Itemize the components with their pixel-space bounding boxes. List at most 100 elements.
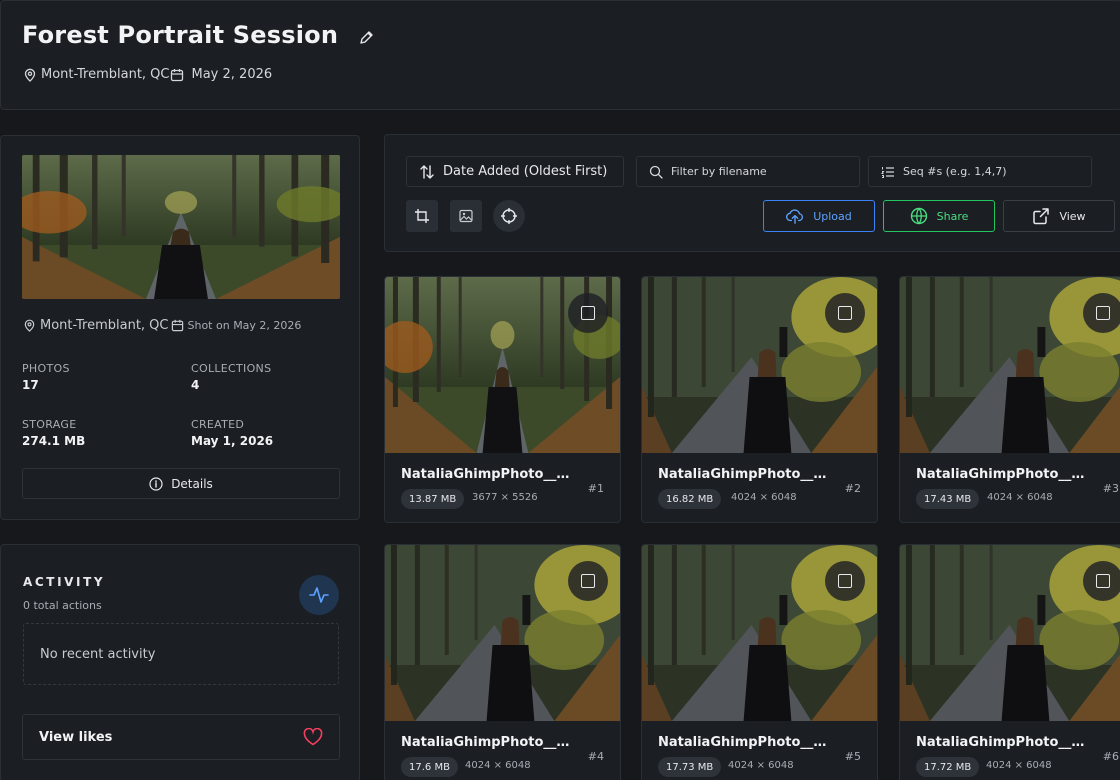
photo-seq-number: #2 xyxy=(844,482,861,495)
activity-panel: ACTIVITY 0 total actions No recent activ… xyxy=(0,544,360,780)
photo-card[interactable]: NataliaGhimpPhoto__N... 17.43 MB 4024 × … xyxy=(899,276,1120,523)
photo-filename: NataliaGhimpPhoto__N... xyxy=(658,467,828,482)
activity-title: ACTIVITY xyxy=(23,575,106,589)
pencil-icon[interactable] xyxy=(358,30,374,46)
share-button[interactable]: Share xyxy=(883,200,995,232)
stat-label: COLLECTIONS xyxy=(191,362,272,375)
album-cover-image xyxy=(22,155,340,299)
photo-dimensions: 4024 × 6048 xyxy=(728,760,794,771)
sequence-input[interactable] xyxy=(903,165,1073,178)
stat-value: 274.1 MB xyxy=(22,434,86,448)
sidebar-shot-date: Shot on May 2, 2026 xyxy=(187,319,302,332)
share-label: Share xyxy=(936,209,969,223)
select-checkbox[interactable] xyxy=(1083,293,1120,333)
page-title: Forest Portrait Session xyxy=(22,21,339,49)
checkbox-square-icon xyxy=(581,574,595,588)
cloud-upload-icon xyxy=(786,209,804,224)
stat-value: 4 xyxy=(191,378,200,392)
map-pin-icon xyxy=(23,68,37,82)
photo-dimensions: 4024 × 6048 xyxy=(465,760,531,771)
numbered-list-icon xyxy=(881,166,894,178)
stat-storage: STORAGE 274.1 MB xyxy=(22,418,85,448)
globe-icon xyxy=(910,207,927,225)
map-pin-icon xyxy=(24,319,35,332)
photo-filename: NataliaGhimpPhoto__N... xyxy=(916,467,1086,482)
sort-arrows-icon xyxy=(420,164,434,179)
focus-tool[interactable] xyxy=(493,200,525,232)
photo-size-badge: 13.87 MB xyxy=(401,489,465,509)
filename-input[interactable] xyxy=(671,165,841,178)
stat-collections: COLLECTIONS 4 xyxy=(191,362,271,392)
photo-dimensions: 4024 × 6048 xyxy=(987,492,1053,503)
details-button[interactable]: Details xyxy=(22,468,340,499)
select-checkbox[interactable] xyxy=(825,293,865,333)
photo-seq-number: #3 xyxy=(1102,482,1119,495)
crop-tool[interactable] xyxy=(406,200,438,232)
checkbox-square-icon xyxy=(581,306,595,320)
photo-size-badge: 17.72 MB xyxy=(916,757,980,777)
stat-label: CREATED xyxy=(191,418,245,431)
upload-button[interactable]: Upload xyxy=(763,200,875,232)
sequence-filter[interactable] xyxy=(868,156,1092,187)
photo-dimensions: 3677 × 5526 xyxy=(472,492,538,503)
album-header: Forest Portrait Session Mont-Tremblant, … xyxy=(0,0,1120,110)
upload-label: Upload xyxy=(813,209,852,223)
select-checkbox[interactable] xyxy=(568,293,608,333)
checkbox-square-icon xyxy=(1096,306,1110,320)
photo-dimensions: 4024 × 6048 xyxy=(731,492,797,503)
photo-card[interactable]: NataliaGhimpPhoto__N... 17.72 MB 4024 × … xyxy=(899,544,1120,780)
photo-dimensions: 4024 × 6048 xyxy=(986,760,1052,771)
select-checkbox[interactable] xyxy=(825,561,865,601)
view-likes-button[interactable]: View likes xyxy=(22,714,340,760)
calendar-icon xyxy=(171,319,183,332)
sort-label: Date Added (Oldest First) xyxy=(443,164,608,179)
select-checkbox[interactable] xyxy=(1083,561,1120,601)
photo-size-badge: 16.82 MB xyxy=(658,489,722,509)
view-likes-label: View likes xyxy=(39,729,113,745)
activity-icon xyxy=(299,575,339,615)
activity-count: 0 total actions xyxy=(23,599,102,612)
photo-seq-number: #4 xyxy=(587,750,604,763)
checkbox-square-icon xyxy=(1096,574,1110,588)
checkbox-square-icon xyxy=(838,574,852,588)
view-button[interactable]: View xyxy=(1003,200,1115,232)
photo-card[interactable]: NataliaGhimpPhoto__N... 17.73 MB 4024 × … xyxy=(641,544,878,780)
photo-seq-number: #6 xyxy=(1102,750,1119,763)
photo-seq-number: #5 xyxy=(844,750,861,763)
details-label: Details xyxy=(171,476,213,491)
select-checkbox[interactable] xyxy=(568,561,608,601)
photo-size-badge: 17.6 MB xyxy=(401,757,458,777)
header-location: Mont-Tremblant, QC xyxy=(41,67,170,82)
crosshair-icon xyxy=(501,208,517,224)
heart-icon xyxy=(303,728,323,746)
photo-size-badge: 17.43 MB xyxy=(916,489,980,509)
header-date: May 2, 2026 xyxy=(191,67,273,82)
gallery-toolbar: Date Added (Oldest First) Upload Share V… xyxy=(384,134,1120,252)
photo-filename: NataliaGhimpPhoto__N... xyxy=(916,735,1086,750)
view-label: View xyxy=(1059,209,1086,223)
photo-card[interactable]: NataliaGhimpPhoto__N... 17.6 MB 4024 × 6… xyxy=(384,544,621,780)
crop-icon xyxy=(415,209,429,223)
image-tool[interactable] xyxy=(450,200,482,232)
photo-card[interactable]: NataliaGhimpPhoto__N... 13.87 MB 3677 × … xyxy=(384,276,621,523)
checkbox-square-icon xyxy=(838,306,852,320)
stat-photos: PHOTOS 17 xyxy=(22,362,70,392)
external-link-icon xyxy=(1033,208,1050,225)
calendar-icon xyxy=(170,68,184,82)
search-icon xyxy=(649,165,663,179)
stat-created: CREATED May 1, 2026 xyxy=(191,418,273,448)
filename-filter[interactable] xyxy=(636,156,860,187)
stat-label: STORAGE xyxy=(22,418,77,431)
photo-filename: NataliaGhimpPhoto__N... xyxy=(401,467,571,482)
sort-button[interactable]: Date Added (Oldest First) xyxy=(406,156,624,187)
photo-filename: NataliaGhimpPhoto__N... xyxy=(401,735,571,750)
photo-size-badge: 17.73 MB xyxy=(658,757,722,777)
sidebar-location: Mont-Tremblant, QC xyxy=(40,318,169,333)
empty-activity: No recent activity xyxy=(23,623,339,685)
album-info-panel: Mont-Tremblant, QC Shot on May 2, 2026 P… xyxy=(0,135,360,520)
photo-filename: NataliaGhimpPhoto__N... xyxy=(658,735,828,750)
stat-value: 17 xyxy=(22,378,39,392)
stat-label: PHOTOS xyxy=(22,362,70,375)
info-icon xyxy=(149,476,163,491)
photo-card[interactable]: NataliaGhimpPhoto__N... 16.82 MB 4024 × … xyxy=(641,276,878,523)
